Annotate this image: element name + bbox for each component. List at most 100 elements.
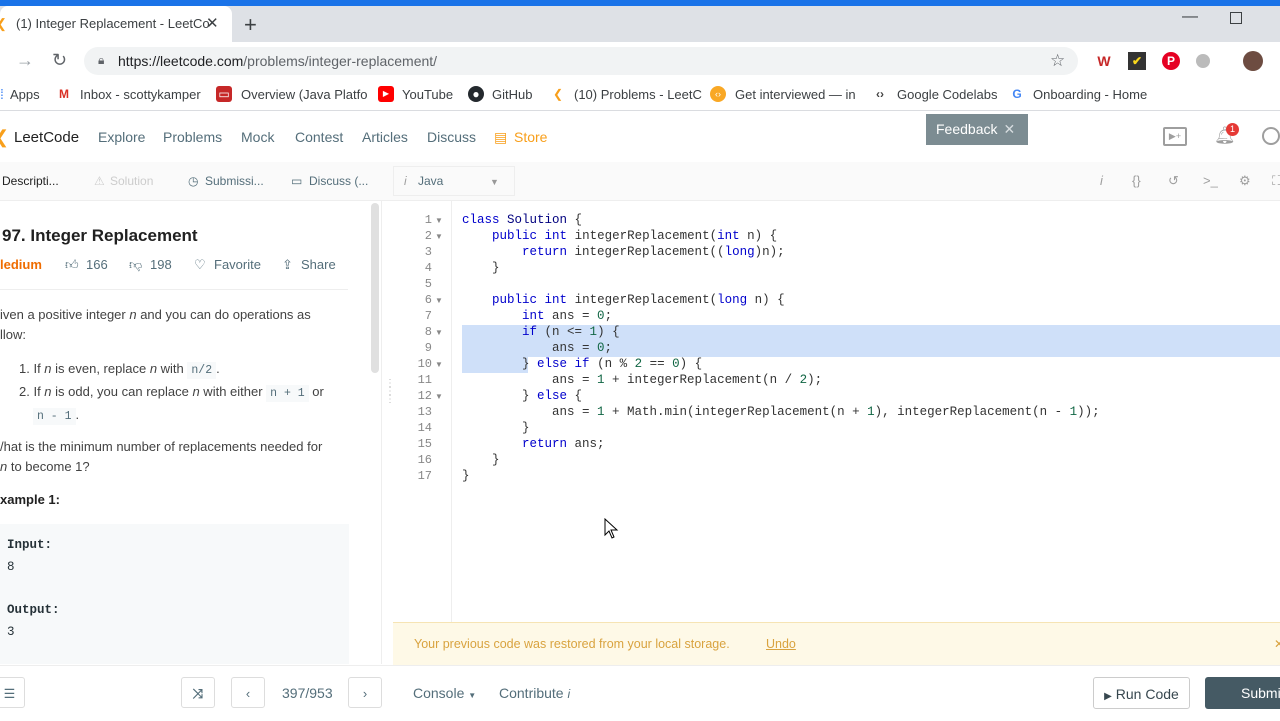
code-line-2[interactable]: public int integerReplacement(int n) { [462,229,777,243]
tab-description[interactable]: Descripti... [2,174,59,188]
restore-icon[interactable] [1230,12,1242,24]
line-number: 17 [417,469,432,483]
playground-icon[interactable]: ▶+ [1163,127,1187,146]
lock-icon[interactable]: 🔒︎ [98,53,104,68]
language-value[interactable]: Java [418,174,443,188]
bookmark-star-icon[interactable]: ☆ [1050,51,1065,71]
description-scrollbar[interactable] [371,203,379,373]
undo-link[interactable]: Undo [766,637,796,651]
favorite-button[interactable]: Favorite [214,257,261,272]
braces-icon[interactable]: {} [1132,173,1141,188]
prev-button[interactable]: ‹ [231,677,265,708]
bookmark-leetcode-problems[interactable]: (10) Problems - LeetC [574,87,702,102]
code-line-14[interactable]: } [462,421,530,435]
intro-text-c: llow: [0,327,27,342]
code-line-12[interactable]: } else { [462,389,582,403]
nav-explore[interactable]: Explore [98,129,145,145]
new-tab-button[interactable]: + [244,12,257,38]
code-line-3[interactable]: return integerReplacement((long)n); [462,245,785,259]
thumbs-up-icon[interactable]: 👍︎ [65,257,79,273]
chevron-right-icon: › [362,686,368,701]
bookmark-google-codelabs[interactable]: Google Codelabs [897,87,997,102]
next-button[interactable]: › [348,677,382,708]
code-line-7[interactable]: int ans = 0; [462,309,612,323]
code-line-6[interactable]: public int integerReplacement(long n) { [462,293,785,307]
bookmark-youtube[interactable]: YouTube [402,87,453,102]
user-icon[interactable] [1262,127,1280,145]
tab-solution[interactable]: Solution [110,174,153,188]
problem-list-button[interactable]: ☰ [0,677,25,708]
code-line-15[interactable]: return ans; [462,437,605,451]
code-line-9[interactable]: ans = 0; [462,341,612,355]
run-code-button[interactable]: ▶ Run Code [1093,677,1190,709]
heart-icon[interactable]: ♡ [194,257,206,273]
info-icon[interactable]: i [1100,173,1103,188]
nav-discuss[interactable]: Discuss [427,129,476,145]
dislikes-count: 198 [150,257,172,272]
reset-icon[interactable]: ↺ [1168,173,1179,189]
code-line-11[interactable]: ans = 1 + integerReplacement(n / 2); [462,373,822,387]
tab-submissions[interactable]: Submissi... [205,174,264,188]
tab-close-icon[interactable]: ✕ [206,14,219,32]
reload-icon[interactable]: ↻ [52,50,67,71]
nav-problems[interactable]: Problems [163,129,222,145]
pinterest-icon[interactable]: P [1162,52,1180,70]
line-number: 1 [424,213,432,227]
forward-arrow-icon[interactable]: → [16,50,34,71]
feedback-button[interactable]: Feedback ✕ [926,114,1028,145]
youtube-icon: ▶ [378,86,394,102]
circle-extension-icon[interactable] [1196,54,1210,68]
settings-icon[interactable]: ⚙ [1239,173,1251,189]
nav-articles[interactable]: Articles [362,129,408,145]
checklist-extension-icon[interactable]: ✔ [1128,52,1146,70]
fold-arrow-icon[interactable]: ▼ [435,360,443,369]
bookmark-apps[interactable]: Apps [10,87,40,102]
apps-grid-icon[interactable]: ⁞ [0,86,10,102]
bookmark-onboarding[interactable]: Onboarding - Home [1033,87,1147,102]
code-line-1[interactable]: class Solution { [462,213,582,227]
bookmark-get-interviewed[interactable]: Get interviewed — in [735,87,856,102]
code-line-17[interactable]: } [462,469,470,483]
code-line-4[interactable]: } [462,261,500,275]
bookmark-github[interactable]: GitHub [492,87,532,102]
fold-arrow-icon[interactable]: ▼ [435,328,443,337]
input-value: 8 [7,560,15,574]
bookmark-inbox[interactable]: Inbox - scottykamper [80,87,201,102]
fold-arrow-icon[interactable]: ▼ [435,232,443,241]
profile-avatar[interactable] [1243,51,1263,71]
tab-title[interactable]: (1) Integer Replacement - LeetCo [16,16,210,31]
leetcode-logo[interactable]: LeetCode [14,129,79,146]
close-icon[interactable]: ✕ [1003,121,1015,137]
nav-store[interactable]: Store [514,129,547,145]
url-text[interactable]: https://leetcode.com/problems/integer-re… [118,53,437,69]
url-host: https://leetcode.com [118,53,244,69]
leetcode-logo-icon[interactable]: ❮ [0,127,9,148]
nav-contest[interactable]: Contest [295,129,343,145]
contribute-button[interactable]: Contribute i [499,685,570,701]
fold-arrow-icon[interactable]: ▼ [435,296,443,305]
code-line-10[interactable]: } else if (n % 2 == 0) { [462,357,702,371]
console-button[interactable]: Console ▼ [413,685,476,701]
code-line-16[interactable]: } [462,453,500,467]
fold-arrow-icon[interactable]: ▼ [435,216,443,225]
line-number: 11 [417,373,432,387]
tab-discuss[interactable]: Discuss (... [309,174,368,188]
share-icon[interactable]: ⇪ [282,257,293,273]
shuffle-button[interactable]: ⤨ [181,677,215,708]
share-button[interactable]: Share [301,257,336,272]
line-number: 16 [417,453,432,467]
fullscreen-icon[interactable]: ⛶ [1272,173,1280,189]
submit-button[interactable]: Submit [1205,677,1280,709]
terminal-icon[interactable]: >_ [1203,173,1218,188]
minimize-icon[interactable]: — [1182,8,1198,26]
thumbs-down-icon[interactable]: 👎︎ [129,257,142,273]
bookmark-java-overview[interactable]: Overview (Java Platfo [241,87,367,102]
output-label: Output: [7,603,60,617]
w-extension-icon[interactable]: W [1095,52,1113,70]
code-line-8[interactable]: if (n <= 1) { [462,325,620,339]
fold-arrow-icon[interactable]: ▼ [435,392,443,401]
close-icon[interactable]: ✕ [1274,637,1280,651]
code-line-13[interactable]: ans = 1 + Math.min(integerReplacement(n … [462,405,1100,419]
nav-mock[interactable]: Mock [241,129,274,145]
problem-intro: iven a positive integer n and you can do… [0,305,345,345]
